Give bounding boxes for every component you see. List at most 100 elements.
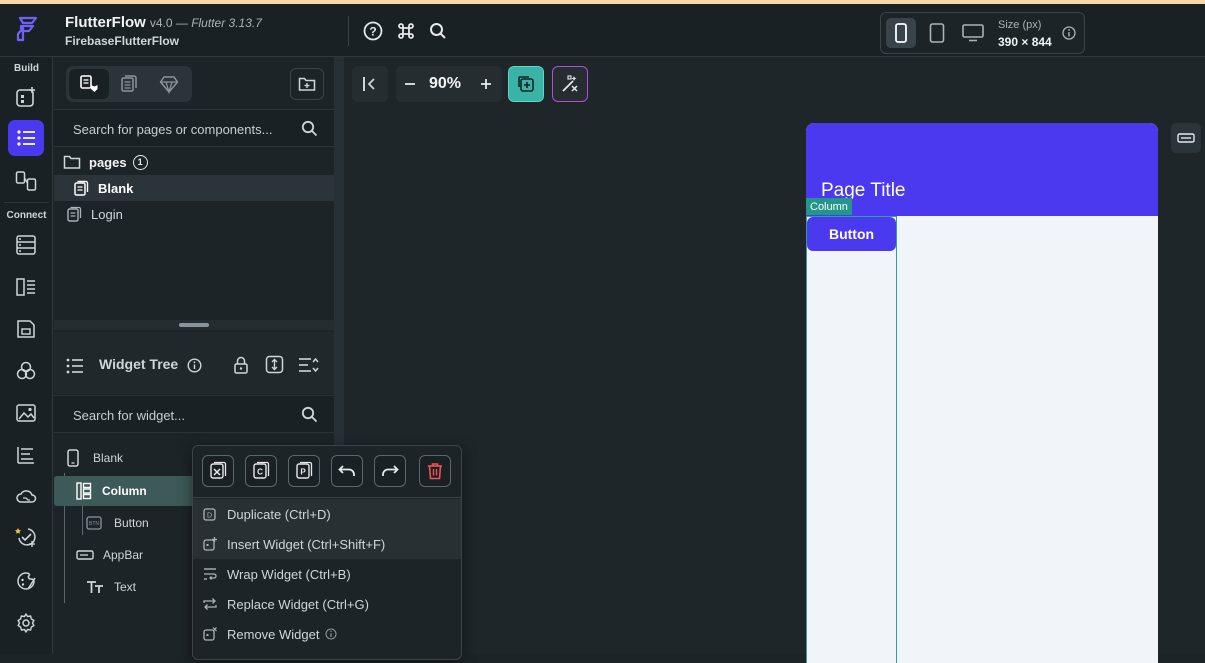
- collapse-left-icon: [363, 77, 375, 91]
- design-system-icon[interactable]: [8, 563, 44, 599]
- button-widget-icon: BTN: [86, 516, 102, 530]
- panel-splitter[interactable]: [54, 320, 334, 330]
- page-icon: [74, 180, 89, 196]
- rail-connect-label: Connect: [6, 210, 47, 221]
- desktop-device-icon[interactable]: [958, 18, 988, 48]
- lock-icon[interactable]: [233, 356, 249, 374]
- storyboard-icon[interactable]: [8, 163, 44, 199]
- components-tab-icon[interactable]: [109, 69, 149, 99]
- tree-node-text[interactable]: Text: [86, 572, 196, 602]
- info-icon[interactable]: [187, 358, 202, 373]
- zoom-out-button[interactable]: [398, 72, 422, 96]
- tree-node-button[interactable]: BTN Button: [86, 508, 196, 538]
- command-palette-icon[interactable]: [395, 20, 417, 42]
- remove-widget-icon: [203, 627, 217, 641]
- ai-generate-button[interactable]: [552, 66, 588, 102]
- tree-node-appbar[interactable]: AppBar: [76, 540, 196, 570]
- tree-node-blank[interactable]: Blank: [66, 443, 196, 473]
- copy-icon: C: [253, 461, 270, 479]
- tree-node-label: Text: [114, 580, 137, 594]
- pages-tab-icon[interactable]: [69, 69, 109, 99]
- tree-node-label: Button: [114, 516, 149, 530]
- trash-icon: [428, 463, 442, 480]
- column-selection[interactable]: [806, 216, 897, 663]
- paste-widget-button[interactable]: P: [288, 455, 320, 487]
- top-bar: FlutterFlow v4.0 — Flutter 3.13.7 Firebas…: [0, 4, 1205, 57]
- media-assets-icon[interactable]: [8, 395, 44, 431]
- plus-icon: [481, 79, 491, 89]
- add-widget-button[interactable]: [508, 66, 544, 102]
- gem-tab-icon[interactable]: [149, 69, 189, 99]
- menu-item-label: Remove Widget: [227, 626, 320, 642]
- info-icon[interactable]: [1062, 26, 1076, 45]
- tablet-device-icon[interactable]: [922, 18, 952, 48]
- copy-widget-button[interactable]: C: [245, 455, 277, 487]
- text-widget-icon: [87, 581, 103, 593]
- flutterflow-logo-icon[interactable]: [12, 14, 42, 44]
- menu-item-replace-widget[interactable]: Replace Widget (Ctrl+G): [193, 589, 461, 619]
- preview-button[interactable]: Button: [807, 217, 896, 251]
- app-values-icon[interactable]: [8, 437, 44, 473]
- header-divider: [348, 16, 349, 46]
- drag-handle[interactable]: [179, 323, 209, 327]
- phone-device-icon[interactable]: [886, 18, 916, 48]
- undo-icon: [338, 465, 355, 476]
- project-name: FirebaseFlutterFlow: [65, 34, 180, 48]
- zoom-in-button[interactable]: [474, 72, 498, 96]
- svg-text:D: D: [207, 512, 212, 519]
- zoom-control: 90%: [396, 66, 502, 102]
- theme-icon[interactable]: [8, 353, 44, 389]
- size-label: Size (px): [998, 19, 1042, 31]
- settings-gear-icon[interactable]: [8, 605, 44, 641]
- search-icon[interactable]: [427, 20, 449, 42]
- page-item-blank[interactable]: Blank: [54, 175, 334, 201]
- page-item-login[interactable]: Login: [54, 201, 334, 227]
- menu-item-insert-widget[interactable]: Insert Widget (Ctrl+Shift+F): [193, 529, 461, 559]
- new-folder-button[interactable]: [290, 68, 324, 100]
- copy-plus-icon: [518, 76, 534, 92]
- page-search-input[interactable]: [73, 119, 293, 139]
- tree-node-column[interactable]: Column: [54, 476, 194, 506]
- keyboard-shortcut-button[interactable]: [1171, 123, 1201, 153]
- search-icon[interactable]: [301, 120, 318, 137]
- collapse-panel-button[interactable]: [352, 66, 388, 102]
- phone-icon: [67, 449, 79, 467]
- rail-divider: [4, 202, 49, 203]
- page-label: Blank: [98, 180, 134, 196]
- menu-item-duplicate[interactable]: D Duplicate (Ctrl+D): [193, 499, 461, 529]
- canvas-area: 90% Page Title Button Column: [344, 57, 1205, 663]
- undo-button[interactable]: [331, 455, 363, 487]
- pages-folder[interactable]: pages 1: [54, 149, 334, 175]
- tree-node-label: AppBar: [103, 548, 144, 562]
- redo-button[interactable]: [374, 455, 406, 487]
- search-icon[interactable]: [301, 406, 318, 423]
- widget-search-input[interactable]: [73, 405, 293, 425]
- menu-item-remove-widget[interactable]: Remove Widget: [193, 619, 461, 649]
- paste-icon: P: [296, 461, 313, 479]
- cloud-functions-icon[interactable]: [8, 478, 44, 514]
- svg-text:P: P: [300, 468, 306, 477]
- flutter-version: Flutter 3.13.7: [191, 16, 262, 30]
- appbar-icon: [76, 550, 94, 560]
- tree-options-icon[interactable]: [298, 357, 320, 373]
- help-icon[interactable]: ?: [362, 20, 384, 42]
- info-icon[interactable]: [325, 628, 338, 640]
- insert-widget-icon: [203, 537, 217, 551]
- widget-context-menu: C P D Duplicate (Ctrl+D) Insert Widget (…: [192, 445, 462, 660]
- agent-check-icon[interactable]: [8, 519, 44, 555]
- storage-icon[interactable]: [8, 311, 44, 347]
- svg-text:BTN: BTN: [89, 521, 99, 527]
- delete-widget-button[interactable]: [419, 455, 451, 487]
- cut-widget-button[interactable]: [202, 455, 234, 487]
- widget-tree-icon[interactable]: [8, 120, 44, 156]
- menu-item-wrap-widget[interactable]: Wrap Widget (Ctrl+B): [193, 559, 461, 589]
- data-schema-icon[interactable]: [8, 269, 44, 305]
- expand-collapse-icon[interactable]: [265, 355, 284, 374]
- app-bar[interactable]: Page Title: [806, 123, 1158, 216]
- navigation-rail: Build Connect: [0, 57, 53, 654]
- redo-icon: [382, 465, 399, 476]
- zoom-level: 90%: [429, 75, 462, 92]
- column-icon: [76, 482, 92, 500]
- add-page-icon[interactable]: [8, 79, 44, 115]
- firestore-icon[interactable]: [8, 227, 44, 263]
